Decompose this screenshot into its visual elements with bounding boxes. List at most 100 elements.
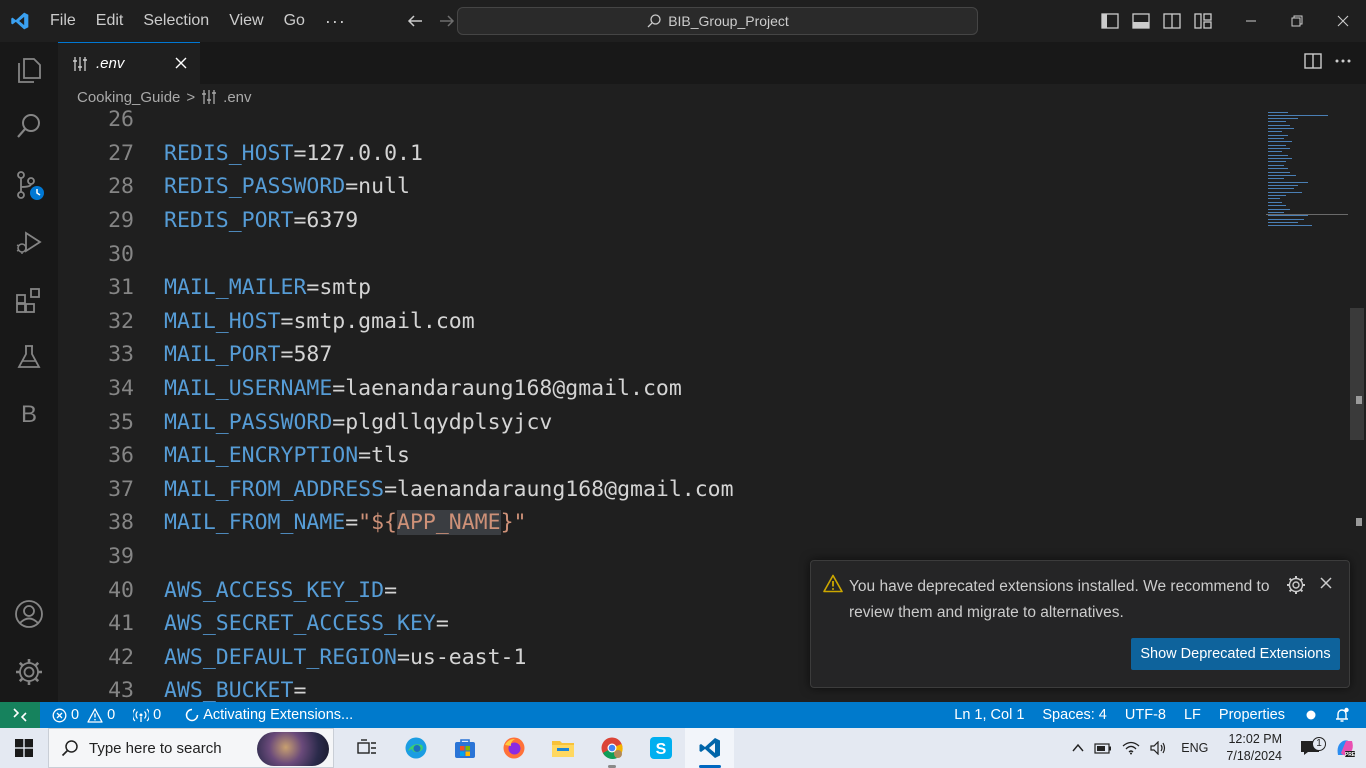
search-icon [61,740,78,757]
code-line[interactable]: 28 REDIS_PASSWORD=null [58,170,1258,204]
close-notification-icon[interactable] [1319,576,1333,595]
show-deprecated-extensions-button[interactable]: Show Deprecated Extensions [1131,638,1340,670]
menu-go[interactable]: Go [274,0,315,42]
minimap[interactable] [1266,110,1348,230]
notification-count-badge: 1 [1312,737,1326,751]
forward-arrow-icon[interactable] [436,10,458,32]
ports-indicator[interactable]: 0 [127,707,167,723]
manage-gear-icon[interactable] [0,649,58,695]
edge-browser-icon[interactable] [391,728,440,768]
chrome-icon[interactable] [587,728,636,768]
window-title: BIB_Group_Project [668,13,789,29]
notification-center-icon[interactable]: 1 [1292,737,1328,757]
notification-settings-gear-icon[interactable] [1286,575,1306,600]
wifi-icon[interactable] [1117,741,1145,755]
close-tab-icon[interactable] [172,54,190,72]
windows-taskbar: Type here to search S ENG 12:02 PM 7/18/… [0,728,1366,768]
skype-icon[interactable]: S [636,728,685,768]
source-control-icon[interactable] [0,162,58,208]
code-line[interactable]: 30 [58,237,1258,271]
cursor-position[interactable]: Ln 1, Col 1 [945,707,1033,723]
menu-selection[interactable]: Selection [133,0,219,42]
editor-tabs: .env [58,42,1366,84]
microsoft-store-icon[interactable] [440,728,489,768]
clock[interactable]: 12:02 PM 7/18/2024 [1216,731,1292,765]
vscode-taskbar-icon[interactable] [685,728,734,768]
input-language[interactable]: ENG [1173,741,1216,755]
env-value: us-east-1 [409,644,527,670]
task-view-icon[interactable] [342,728,391,768]
code-line[interactable]: 31 MAIL_MAILER=smtp [58,271,1258,305]
firefox-icon[interactable] [489,728,538,768]
extension-activation-status[interactable]: Activating Extensions... [179,707,359,723]
code-line[interactable]: 33 MAIL_PORT=587 [58,338,1258,372]
env-value: smtp [319,275,372,301]
command-center[interactable]: BIB_Group_Project [457,7,978,35]
battery-icon[interactable] [1089,741,1117,755]
close-window-icon[interactable] [1320,0,1366,42]
minimize-icon[interactable] [1228,0,1274,42]
string-variable: APP_NAME [397,510,501,536]
line-number: 29 [108,208,134,234]
indentation[interactable]: Spaces: 4 [1033,707,1116,723]
search-placeholder: Type here to search [89,739,222,757]
code-line[interactable]: 35 MAIL_PASSWORD=plgdllqydplsyjcv [58,405,1258,439]
split-editor-icon[interactable] [1304,52,1322,75]
remote-indicator-icon[interactable] [0,702,40,728]
toggle-panel-icon[interactable] [1125,0,1156,42]
accounts-icon[interactable] [0,591,58,637]
env-value: 587 [293,342,333,368]
end-of-line[interactable]: LF [1175,707,1210,723]
code-line[interactable]: 34 MAIL_USERNAME=laenandaraung168@gmail.c… [58,372,1258,406]
env-value: plgdllqydplsyjcv [345,409,553,435]
notifications-bell-icon[interactable] [1328,707,1356,723]
menu-view[interactable]: View [219,0,273,42]
equals-sign: = [384,476,398,502]
env-key: MAIL_MAILER [164,275,307,301]
breadcrumb-file[interactable]: .env [223,89,251,106]
extensions-icon[interactable] [0,277,58,323]
equals-sign: = [332,376,346,402]
string-open: "${ [358,510,398,536]
code-line[interactable]: 26 [58,110,1258,137]
line-number: 37 [108,476,134,502]
equals-sign: = [293,208,307,234]
volume-icon[interactable] [1145,741,1173,755]
code-line[interactable]: 36 MAIL_ENCRYPTION=tls [58,439,1258,473]
search-icon[interactable] [0,103,58,149]
toggle-primary-sidebar-icon[interactable] [1094,0,1125,42]
back-arrow-icon[interactable] [404,10,426,32]
problems-indicator[interactable]: 0 0 [46,707,121,723]
customize-layout-icon[interactable] [1187,0,1218,42]
explorer-icon[interactable] [0,46,58,92]
code-line[interactable]: 38 MAIL_FROM_NAME="${APP_NAME}" [58,506,1258,540]
restore-icon[interactable] [1274,0,1320,42]
extension-b-icon[interactable]: B [0,392,58,438]
code-line[interactable]: 27 REDIS_HOST=127.0.0.1 [58,137,1258,171]
menu-edit[interactable]: Edit [86,0,134,42]
copilot-status-icon[interactable] [1294,710,1328,720]
scroll-marker [1356,396,1362,404]
breadcrumb-folder[interactable]: Cooking_Guide [77,89,180,106]
run-debug-icon[interactable] [0,219,58,265]
code-line[interactable]: 29 REDIS_PORT=6379 [58,204,1258,238]
menu-more-icon[interactable]: ··· [315,0,356,42]
more-actions-icon[interactable] [1334,52,1352,75]
vertical-scrollbar[interactable] [1350,308,1364,440]
toggle-secondary-sidebar-icon[interactable] [1156,0,1187,42]
line-number: 33 [108,342,134,368]
taskbar-search-box[interactable]: Type here to search [48,728,334,768]
clock-time: 12:02 PM [1228,732,1282,746]
copilot-preview-icon[interactable]: PRE [1328,737,1366,759]
env-key: REDIS_HOST [164,140,294,166]
windows-start-icon[interactable] [0,728,48,768]
testing-icon[interactable] [0,334,58,380]
language-mode[interactable]: Properties [1210,707,1294,723]
file-explorer-icon[interactable] [538,728,587,768]
menu-file[interactable]: File [40,0,86,42]
show-hidden-icons-chevron-icon[interactable] [1067,743,1089,753]
tab-env[interactable]: .env [58,42,200,84]
code-line[interactable]: 32 MAIL_HOST=smtp.gmail.com [58,305,1258,339]
encoding[interactable]: UTF-8 [1116,707,1175,723]
code-line[interactable]: 37 MAIL_FROM_ADDRESS=laenandaraung168@gma… [58,473,1258,507]
